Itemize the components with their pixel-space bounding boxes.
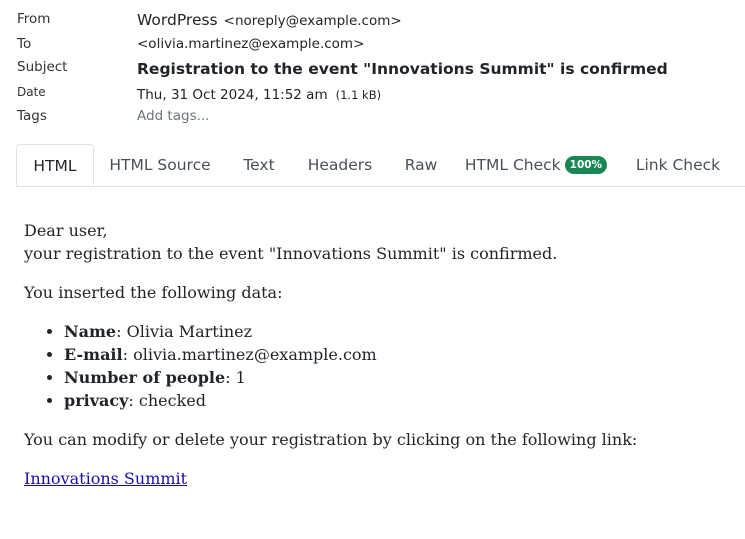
tab-html-check[interactable]: HTML Check 100%: [462, 144, 610, 185]
date-row: Date Thu, 31 Oct 2024, 11:52 am (1.1 kB): [0, 84, 745, 106]
subject-row: Subject Registration to the event "Innov…: [0, 58, 745, 80]
list-item: Name: Olivia Martinez: [64, 320, 734, 343]
event-link[interactable]: Innovations Summit: [24, 469, 187, 488]
from-name: WordPress: [137, 11, 218, 29]
date-value: Thu, 31 Oct 2024, 11:52 am (1.1 kB): [137, 84, 381, 103]
field-value: : Olivia Martinez: [116, 322, 253, 341]
modify-instructions: You can modify or delete your registrati…: [24, 430, 638, 449]
tab-html[interactable]: HTML: [16, 144, 94, 186]
from-label: From: [17, 11, 51, 27]
to-email[interactable]: <olivia.martinez@example.com>: [137, 36, 364, 52]
field-key: Name: [64, 322, 117, 341]
field-value: : checked: [128, 391, 206, 410]
tab-text[interactable]: Text: [231, 144, 287, 185]
greeting: Dear user,: [24, 221, 108, 240]
registration-data-list: Name: Olivia Martinez E-mail: olivia.mar…: [24, 320, 734, 412]
field-value: : 1: [225, 368, 246, 387]
from-value: WordPress <noreply@example.com>: [137, 10, 402, 29]
field-key: privacy: [64, 391, 129, 410]
html-check-score-badge: 100%: [564, 155, 608, 174]
tab-label: HTML: [33, 157, 77, 175]
data-intro: You inserted the following data:: [24, 283, 283, 302]
tab-label: HTML Source: [109, 156, 211, 174]
subject-label: Subject: [17, 59, 68, 75]
tab-link-check[interactable]: Link Check: [628, 144, 728, 185]
tab-label: Link Check: [635, 156, 721, 174]
date-text: Thu, 31 Oct 2024, 11:52 am: [137, 87, 328, 103]
field-key: Number of people: [64, 368, 226, 387]
tab-label: Text: [243, 156, 275, 174]
from-email[interactable]: <noreply@example.com>: [224, 13, 402, 29]
tags-label: Tags: [17, 108, 47, 124]
view-tabs: HTML HTML Source Text Headers Raw HTML C…: [16, 144, 745, 187]
to-label: To: [17, 36, 32, 52]
list-item: E-mail: olivia.martinez@example.com: [64, 343, 734, 366]
tab-label: HTML Check: [464, 156, 561, 174]
tab-headers[interactable]: Headers: [297, 144, 383, 185]
tags-input[interactable]: Add tags...: [137, 108, 209, 124]
from-row: From WordPress <noreply@example.com>: [0, 10, 745, 32]
field-value: : olivia.martinez@example.com: [122, 345, 377, 364]
field-key: E-mail: [64, 345, 123, 364]
tab-label: Raw: [404, 156, 438, 174]
size-text: (1.1 kB): [335, 88, 382, 102]
confirmation-line: your registration to the event "Innovati…: [24, 244, 558, 263]
subject-text: Registration to the event "Innovations S…: [137, 60, 668, 78]
date-label: Date: [17, 85, 46, 99]
message-body: Dear user, your registration to the even…: [24, 219, 734, 490]
list-item: privacy: checked: [64, 389, 734, 412]
tags-row: Tags Add tags...: [0, 107, 745, 129]
tab-raw[interactable]: Raw: [394, 144, 448, 185]
to-row: To <olivia.martinez@example.com>: [0, 35, 745, 57]
tab-html-source[interactable]: HTML Source: [98, 144, 222, 185]
tab-label: Headers: [307, 156, 373, 174]
list-item: Number of people: 1: [64, 366, 734, 389]
